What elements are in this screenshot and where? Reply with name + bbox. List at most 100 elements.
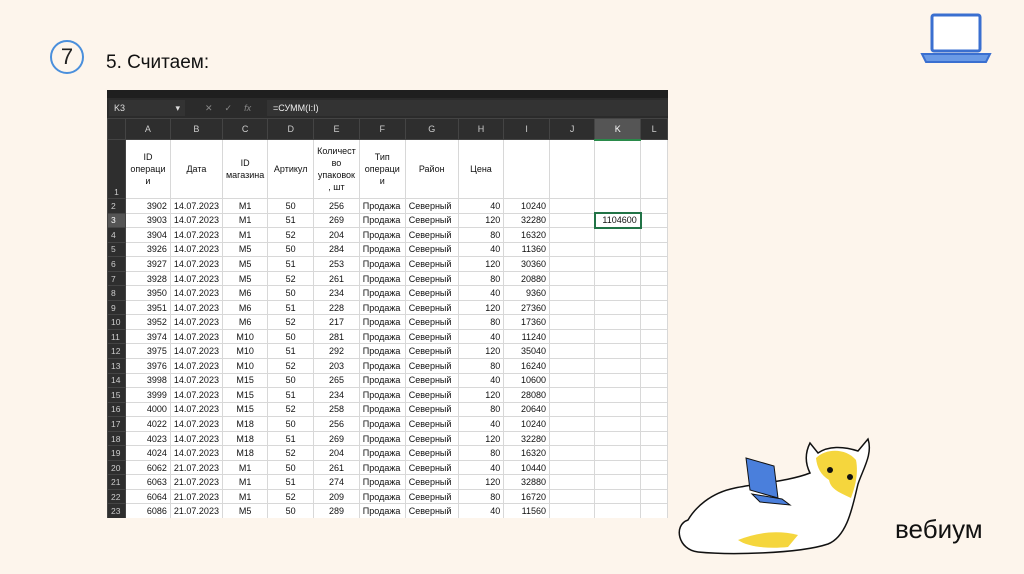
column-header-i[interactable]: I — [503, 118, 551, 140]
cell[interactable]: 14.07.2023 — [169, 401, 223, 418]
cell[interactable]: Северный — [404, 387, 459, 403]
cell[interactable]: Северный — [404, 241, 459, 258]
header-cell[interactable]: Количест во упаковок , шт — [313, 139, 360, 199]
cell[interactable]: 6064 — [124, 488, 171, 505]
cell[interactable]: 234 — [313, 285, 360, 301]
cell[interactable]: 4022 — [124, 416, 171, 432]
header-cell[interactable] — [503, 139, 551, 199]
cell[interactable]: 269 — [313, 430, 360, 447]
cell[interactable]: 209 — [313, 488, 360, 505]
cell[interactable] — [549, 416, 596, 432]
cell[interactable]: 253 — [313, 256, 360, 272]
cell[interactable]: M10 — [221, 358, 269, 374]
cell[interactable]: 16240 — [503, 358, 551, 374]
row-header[interactable]: 7 — [107, 270, 126, 287]
cell[interactable] — [549, 488, 596, 505]
cell[interactable] — [594, 445, 642, 461]
column-header-g[interactable]: G — [404, 118, 459, 140]
cell[interactable]: 50 — [267, 285, 315, 301]
cell[interactable]: 256 — [313, 198, 360, 214]
cell[interactable]: Северный — [404, 212, 459, 229]
cell[interactable]: M1 — [221, 198, 269, 214]
cell[interactable]: 9360 — [503, 285, 551, 301]
cell[interactable]: 20640 — [503, 401, 551, 418]
cell[interactable]: Продажа — [358, 285, 406, 301]
cell[interactable] — [640, 241, 668, 258]
cell[interactable] — [594, 328, 642, 345]
cell[interactable] — [594, 372, 642, 389]
row-header[interactable]: 23 — [107, 503, 126, 518]
row-header[interactable]: 20 — [107, 459, 126, 476]
header-cell[interactable]: Артикул — [267, 139, 315, 199]
cell[interactable]: Северный — [404, 285, 459, 301]
cell[interactable]: 274 — [313, 474, 360, 490]
cell[interactable] — [640, 299, 668, 316]
cell[interactable]: 51 — [267, 299, 315, 316]
cell[interactable]: M18 — [221, 430, 269, 447]
cell[interactable] — [640, 314, 668, 330]
cell[interactable]: Северный — [404, 299, 459, 316]
cell[interactable] — [549, 212, 596, 229]
row-header[interactable]: 17 — [107, 416, 126, 432]
column-header-a[interactable]: A — [124, 118, 171, 140]
cell[interactable]: 40 — [457, 328, 505, 345]
row-header[interactable]: 3 — [107, 212, 126, 229]
cell[interactable]: 14.07.2023 — [169, 212, 223, 229]
cell[interactable] — [549, 241, 596, 258]
cell[interactable]: 3903 — [124, 212, 171, 229]
cell[interactable]: Продажа — [358, 445, 406, 461]
cell[interactable]: 11560 — [503, 503, 551, 518]
cell[interactable] — [594, 227, 642, 243]
cell[interactable]: 203 — [313, 358, 360, 374]
cell[interactable]: 256 — [313, 416, 360, 432]
cell[interactable]: M1 — [221, 474, 269, 490]
cell[interactable]: M10 — [221, 343, 269, 360]
cell[interactable]: Продажа — [358, 459, 406, 476]
header-cell[interactable]: Район — [404, 139, 459, 199]
cell[interactable]: 14.07.2023 — [169, 387, 223, 403]
column-header-b[interactable]: B — [169, 118, 223, 140]
cell[interactable]: 4023 — [124, 430, 171, 447]
cell[interactable] — [549, 227, 596, 243]
row-header[interactable]: 6 — [107, 256, 126, 272]
cell[interactable]: M15 — [221, 372, 269, 389]
cell[interactable] — [594, 503, 642, 518]
cell[interactable]: 16720 — [503, 488, 551, 505]
cell[interactable]: 3976 — [124, 358, 171, 374]
cell[interactable]: M5 — [221, 256, 269, 272]
cell[interactable]: Продажа — [358, 401, 406, 418]
cell[interactable]: 289 — [313, 503, 360, 518]
cell[interactable]: 80 — [457, 445, 505, 461]
cell[interactable]: M5 — [221, 503, 269, 518]
cell[interactable]: 50 — [267, 503, 315, 518]
cell[interactable]: 204 — [313, 227, 360, 243]
row-header[interactable]: 19 — [107, 445, 126, 461]
cell[interactable]: 80 — [457, 401, 505, 418]
cell[interactable] — [549, 198, 596, 214]
cell[interactable]: 4024 — [124, 445, 171, 461]
cell[interactable]: 50 — [267, 372, 315, 389]
cell[interactable]: M1 — [221, 227, 269, 243]
row-header[interactable]: 5 — [107, 241, 126, 258]
formula-input[interactable]: =СУММ(I:I) — [267, 100, 668, 116]
cell[interactable]: 3998 — [124, 372, 171, 389]
cell[interactable]: 28080 — [503, 387, 551, 403]
cell[interactable]: Северный — [404, 314, 459, 330]
cell[interactable]: 32280 — [503, 430, 551, 447]
row-header[interactable]: 12 — [107, 343, 126, 360]
cell[interactable]: 14.07.2023 — [169, 372, 223, 389]
cell[interactable]: 120 — [457, 256, 505, 272]
cell[interactable]: Северный — [404, 358, 459, 374]
cell[interactable]: 50 — [267, 198, 315, 214]
cell[interactable]: 234 — [313, 387, 360, 403]
cell[interactable]: M18 — [221, 445, 269, 461]
column-header-d[interactable]: D — [267, 118, 315, 140]
cell[interactable] — [549, 270, 596, 287]
cell[interactable]: M1 — [221, 459, 269, 476]
cell[interactable] — [640, 416, 668, 432]
cell[interactable] — [549, 343, 596, 360]
cell[interactable]: Северный — [404, 372, 459, 389]
cell[interactable] — [549, 430, 596, 447]
cell[interactable]: 17360 — [503, 314, 551, 330]
cell[interactable]: 3975 — [124, 343, 171, 360]
